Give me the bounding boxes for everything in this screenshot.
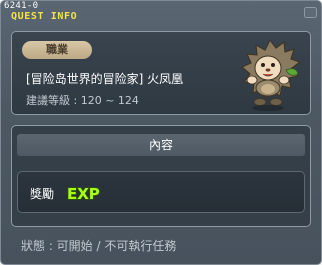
reward-label: 獎勵	[30, 187, 55, 201]
recommended-level: 建議等級 : 120 ~ 124	[26, 94, 139, 107]
exp-text: EXP	[67, 185, 100, 203]
quest-info-window: 6241-0 QUEST INFO 職業 [冒险岛世界的冒险家] 火凤凰 建議等…	[0, 0, 322, 265]
quest-content-panel: 內容 獎勵 EXP	[11, 125, 311, 227]
close-icon[interactable]	[304, 7, 317, 18]
job-badge: 職業	[22, 41, 92, 59]
content-header: 內容	[17, 134, 305, 156]
exp-icon: EXP	[66, 184, 100, 203]
reward-box: 獎勵 EXP	[17, 171, 305, 213]
hedgehog-npc-icon	[240, 38, 302, 111]
quest-summary-panel: 職業 [冒险岛世界的冒险家] 火凤凰 建議等級 : 120 ~ 124	[11, 31, 311, 115]
quest-id: 6241-0	[4, 1, 39, 11]
quest-status: 狀態 : 可開始 / 不可執行任務	[21, 239, 177, 253]
quest-name: [冒险岛世界的冒险家] 火凤凰	[26, 72, 184, 86]
window-title: QUEST INFO	[11, 11, 78, 22]
